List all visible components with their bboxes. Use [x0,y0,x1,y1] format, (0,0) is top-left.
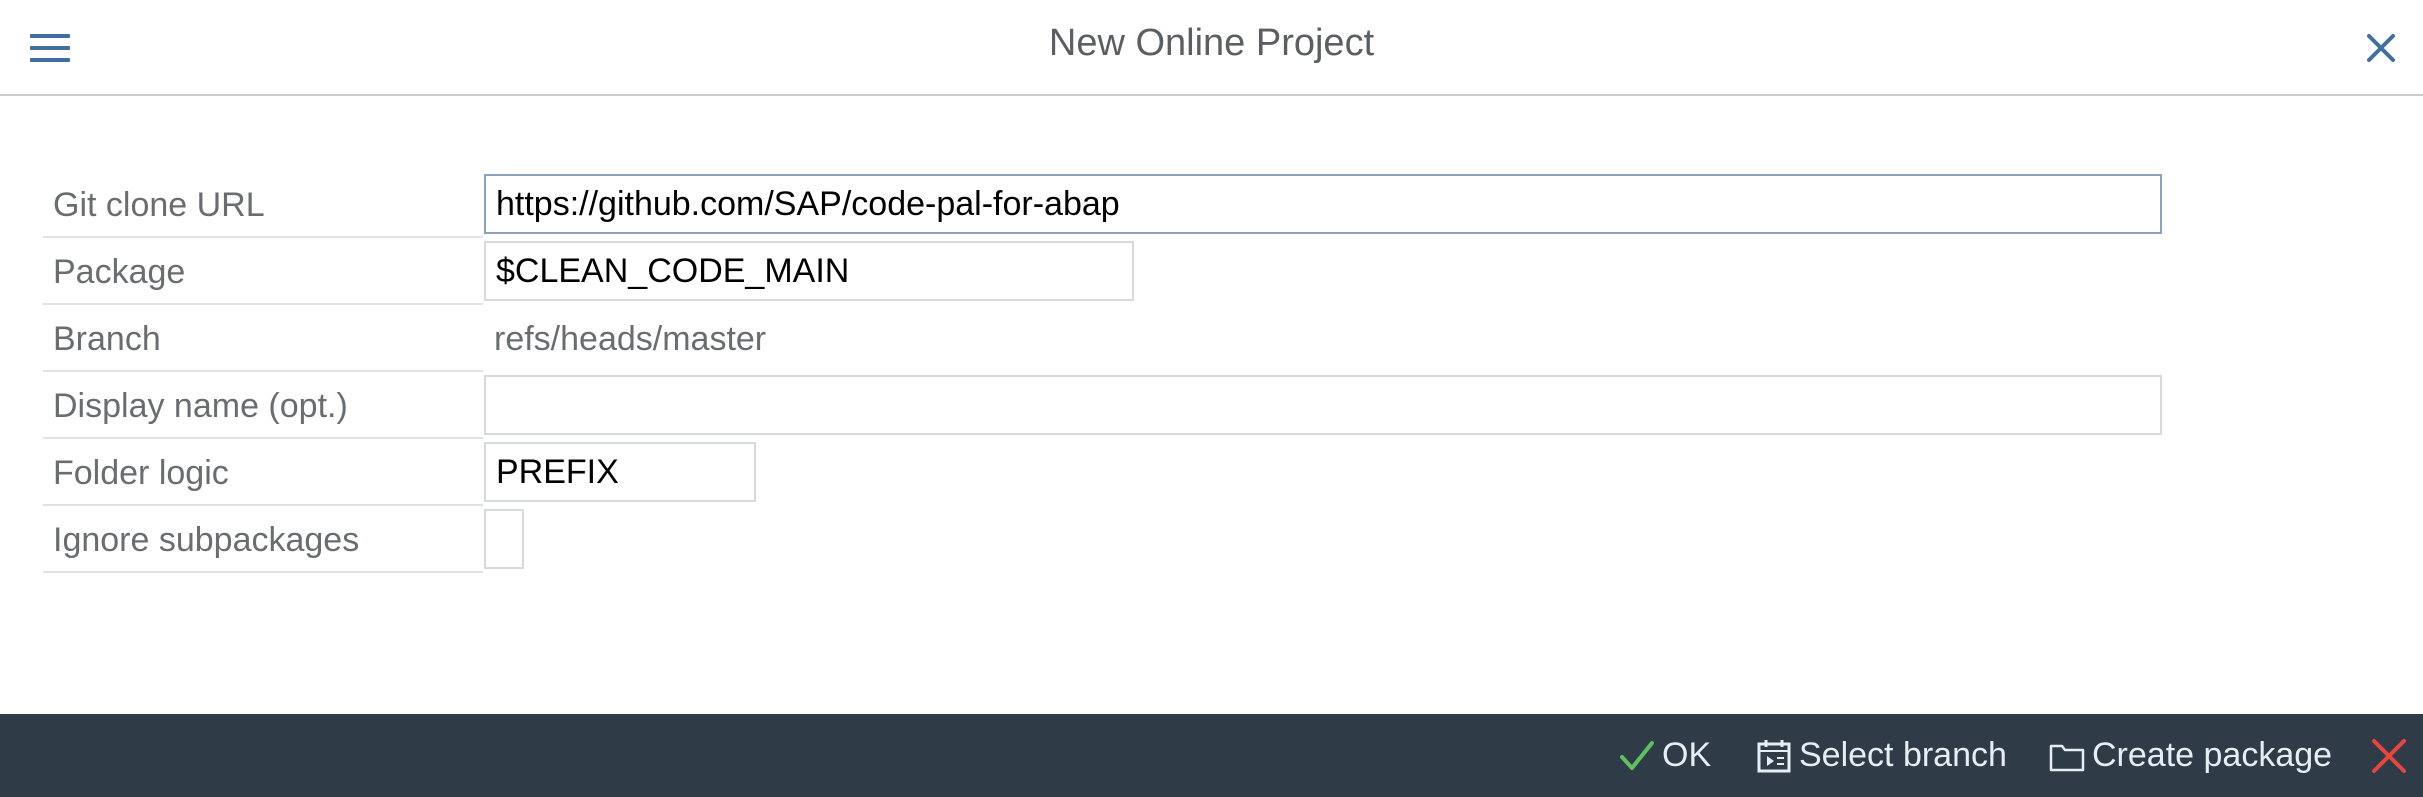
display-name-label: Display name (opt.) [43,373,483,439]
create-package-button[interactable]: Create package [2048,714,2332,797]
select-branch-label: Select branch [1799,736,2007,774]
dialog-header: New Online Project [0,0,2423,96]
cancel-icon[interactable] [2369,736,2409,776]
new-online-project-dialog: New Online Project Git clone URL https:/… [0,0,2423,797]
close-icon[interactable] [2361,28,2401,68]
focus-corner [2152,226,2160,232]
focus-corner [2152,176,2160,182]
package-value: $CLEAN_CODE_MAIN [496,252,850,290]
ok-label: OK [1662,736,1712,774]
focus-corner [486,226,494,232]
checkmark-icon [1618,737,1656,775]
dialog-footer: OK Select branch Create package [0,714,2423,797]
calendar-select-icon [1755,737,1793,775]
branch-label: Branch [43,306,483,372]
git-url-label: Git clone URL [43,172,483,238]
package-label: Package [43,239,483,305]
folder-icon [2048,737,2086,775]
package-input[interactable]: $CLEAN_CODE_MAIN [484,241,1134,301]
folder-logic-label: Folder logic [43,440,483,506]
git-url-value: https://github.com/SAP/code-pal-for-abap [496,185,1120,223]
folder-logic-input[interactable]: PREFIX [484,442,756,502]
create-package-label: Create package [2092,736,2333,774]
display-name-input[interactable] [484,375,2162,435]
focus-corner [486,176,494,182]
ok-button[interactable]: OK [1618,714,1711,797]
git-url-input[interactable]: https://github.com/SAP/code-pal-for-abap [484,174,2162,234]
ignore-subpackages-label: Ignore subpackages [43,507,483,573]
select-branch-button[interactable]: Select branch [1755,714,2007,797]
ignore-subpackages-checkbox[interactable] [484,509,524,569]
folder-logic-value: PREFIX [496,453,619,491]
branch-value: refs/heads/master [494,320,767,358]
dialog-title: New Online Project [1048,22,1375,64]
